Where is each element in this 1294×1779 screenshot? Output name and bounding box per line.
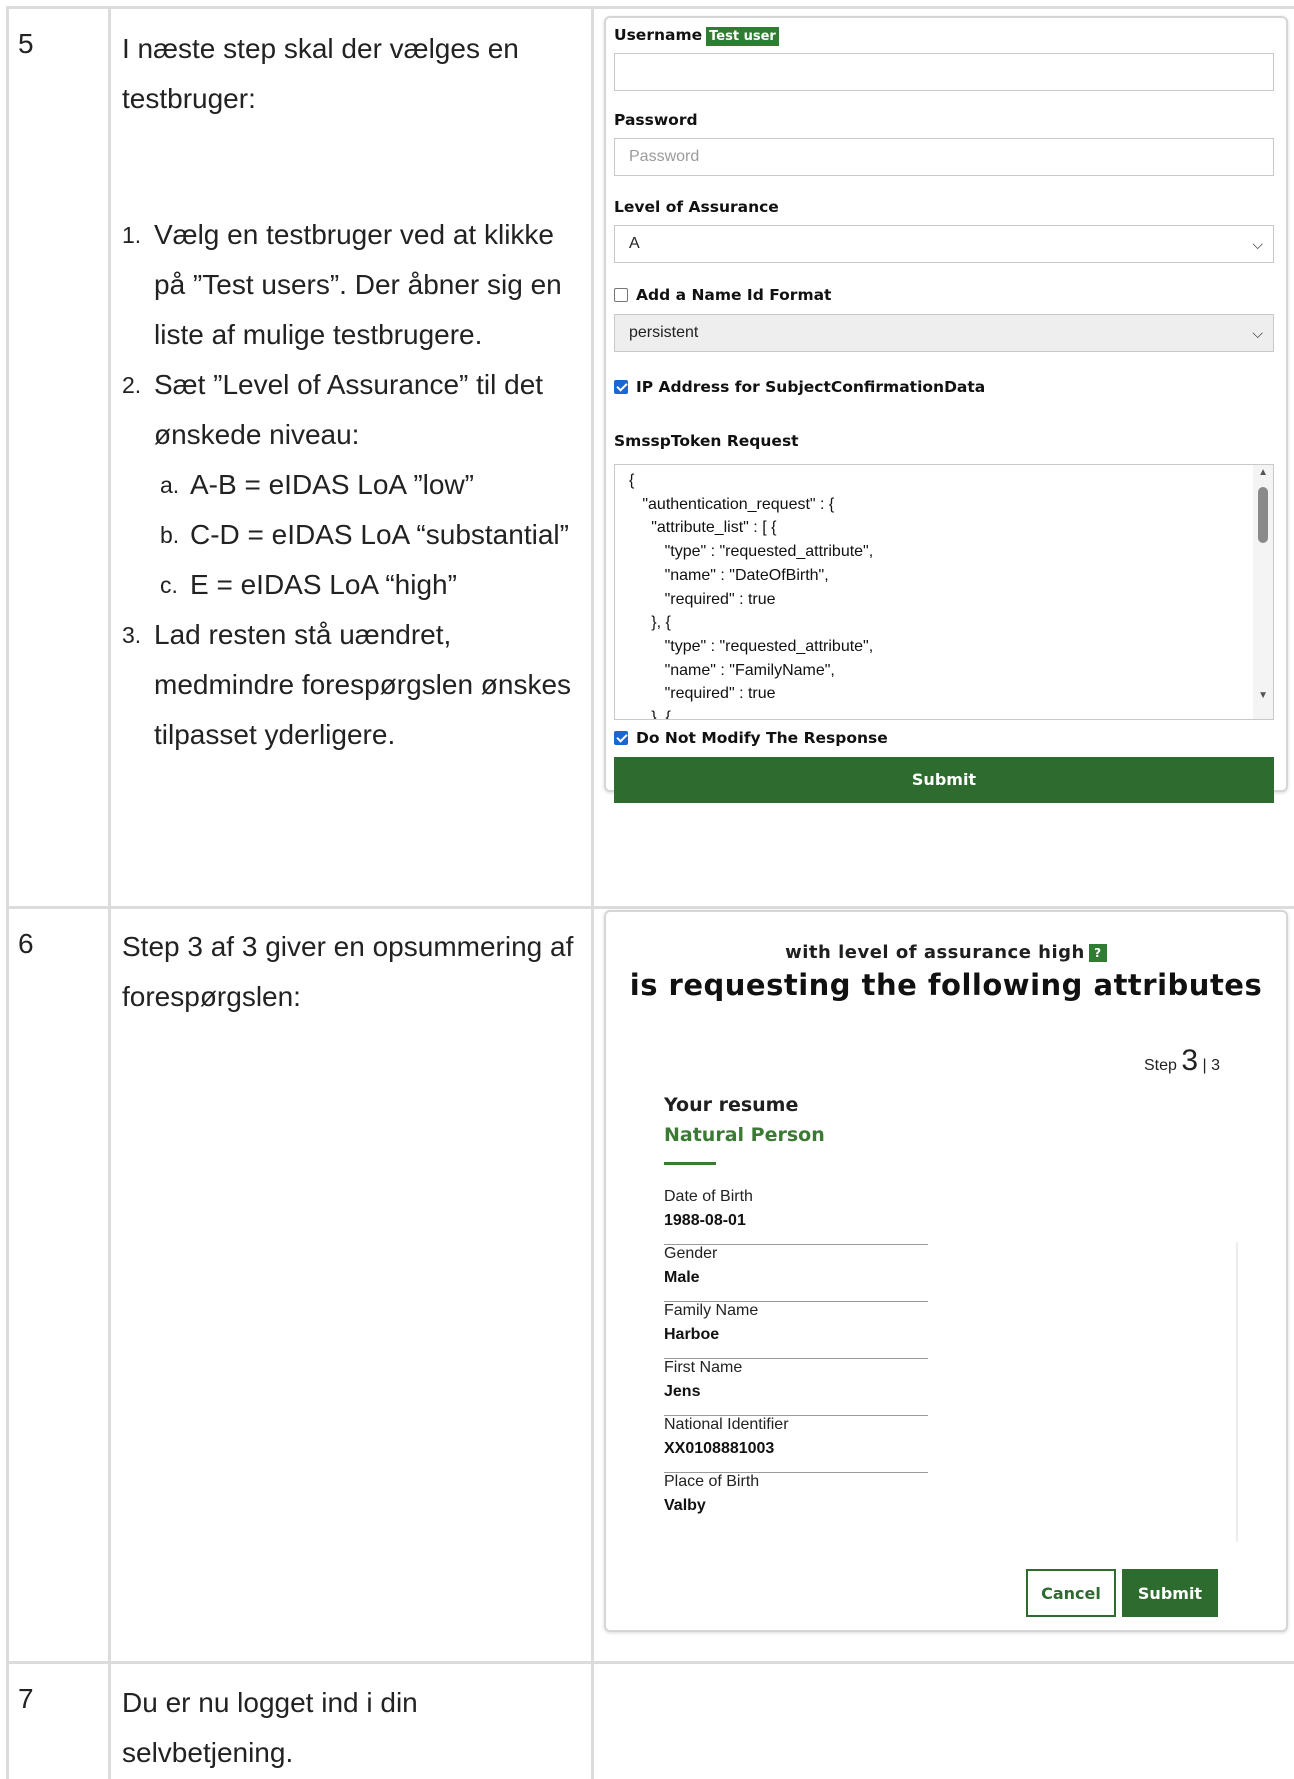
resume-heading: Your resume xyxy=(664,1094,799,1116)
table-border-top xyxy=(6,6,1294,9)
heading-underline xyxy=(664,1162,716,1165)
test-login-form: Username Test user Password Password Leve… xyxy=(604,16,1288,803)
chevron-down-icon: ⌵ xyxy=(1252,325,1263,341)
scroll-up-icon[interactable]: ▲ xyxy=(1258,467,1268,478)
row-number: 5 xyxy=(18,28,34,59)
chevron-down-icon: ⌵ xyxy=(1252,236,1263,252)
row-intro: I næste step skal der vælges en testbrug… xyxy=(122,33,519,114)
row-7-text: Du er nu logget ind i din selvbetjening. xyxy=(122,1687,418,1768)
attribute-resume-panel: with level of assurance high? is request… xyxy=(604,910,1288,1632)
list-item: 2. Sæt ”Level of Assurance” til det ønske… xyxy=(122,369,544,450)
instruction-list: 1. Vælg en testbruger ved at klikke på ”T… xyxy=(122,210,592,760)
password-label: Password xyxy=(614,111,698,129)
list-item: c. E = eIDAS LoA “high” xyxy=(160,569,457,600)
row-divider xyxy=(6,906,1294,909)
attribute-row: Place of Birth Valby xyxy=(664,1473,760,1514)
scrollbar[interactable]: ▲ ▼ xyxy=(1253,465,1273,719)
name-id-select[interactable]: persistent ⌵ xyxy=(614,314,1274,352)
row-divider xyxy=(6,1661,1294,1664)
help-icon[interactable]: ? xyxy=(1088,944,1107,962)
loa-line: with level of assurance high? xyxy=(606,942,1286,963)
submit-button[interactable]: Submit xyxy=(614,757,1274,803)
attribute-row: Gender Male xyxy=(664,1245,928,1302)
attribute-row: Family Name Harboe xyxy=(664,1302,928,1359)
no-modify-row: Do Not Modify The Response xyxy=(614,729,888,747)
username-label: Username Test user xyxy=(614,26,779,46)
password-input[interactable]: Password xyxy=(614,138,1274,176)
row-number: 6 xyxy=(18,928,34,959)
list-item: a. A-B = eIDAS LoA ”low” xyxy=(160,469,475,500)
row-number: 7 xyxy=(18,1683,34,1714)
name-id-row: Add a Name Id Format xyxy=(614,286,831,304)
ip-address-checkbox[interactable] xyxy=(614,380,628,394)
list-item: 3. Lad resten stå uændret, medmindre fore… xyxy=(122,619,572,750)
ip-address-row: IP Address for SubjectConfirmationData xyxy=(614,378,985,396)
list-item: b. C-D = eIDAS LoA “substantial” xyxy=(160,519,569,550)
page-title: is requesting the following attributes xyxy=(629,968,1263,1002)
attribute-row: First Name Jens xyxy=(664,1359,928,1416)
step-indicator: Step 3 | 3 xyxy=(1143,1044,1220,1077)
token-label: SmsspToken Request xyxy=(614,432,799,450)
scroll-down-icon[interactable]: ▼ xyxy=(1258,690,1268,701)
table-border-left xyxy=(6,6,9,1779)
column-divider xyxy=(108,6,111,1779)
loa-select[interactable]: A ⌵ xyxy=(614,225,1274,263)
token-textarea[interactable]: { "authentication_request" : { "attribut… xyxy=(614,464,1274,720)
submit-button[interactable]: Submit xyxy=(1122,1569,1218,1617)
attribute-row: National Identifier XX0108881003 xyxy=(664,1416,928,1473)
cancel-button[interactable]: Cancel xyxy=(1026,1569,1116,1617)
loa-label: Level of Assurance xyxy=(614,198,779,216)
test-user-badge[interactable]: Test user xyxy=(706,27,779,46)
username-input[interactable] xyxy=(614,53,1274,91)
name-id-checkbox[interactable] xyxy=(614,288,628,302)
no-modify-checkbox[interactable] xyxy=(614,731,628,745)
scrollbar[interactable] xyxy=(1236,1242,1238,1542)
token-json: { "authentication_request" : { "attribut… xyxy=(629,472,874,720)
list-item: 1. Vælg en testbruger ved at klikke på ”T… xyxy=(122,219,562,350)
row-5-text: I næste step skal der vælges en testbrug… xyxy=(122,24,592,760)
natural-person-heading: Natural Person xyxy=(664,1124,825,1146)
attribute-row: Date of Birth 1988-08-01 xyxy=(664,1188,928,1245)
scrollbar-thumb[interactable] xyxy=(1258,487,1268,543)
row-6-text: Step 3 af 3 giver en opsummering af fore… xyxy=(122,931,574,1012)
